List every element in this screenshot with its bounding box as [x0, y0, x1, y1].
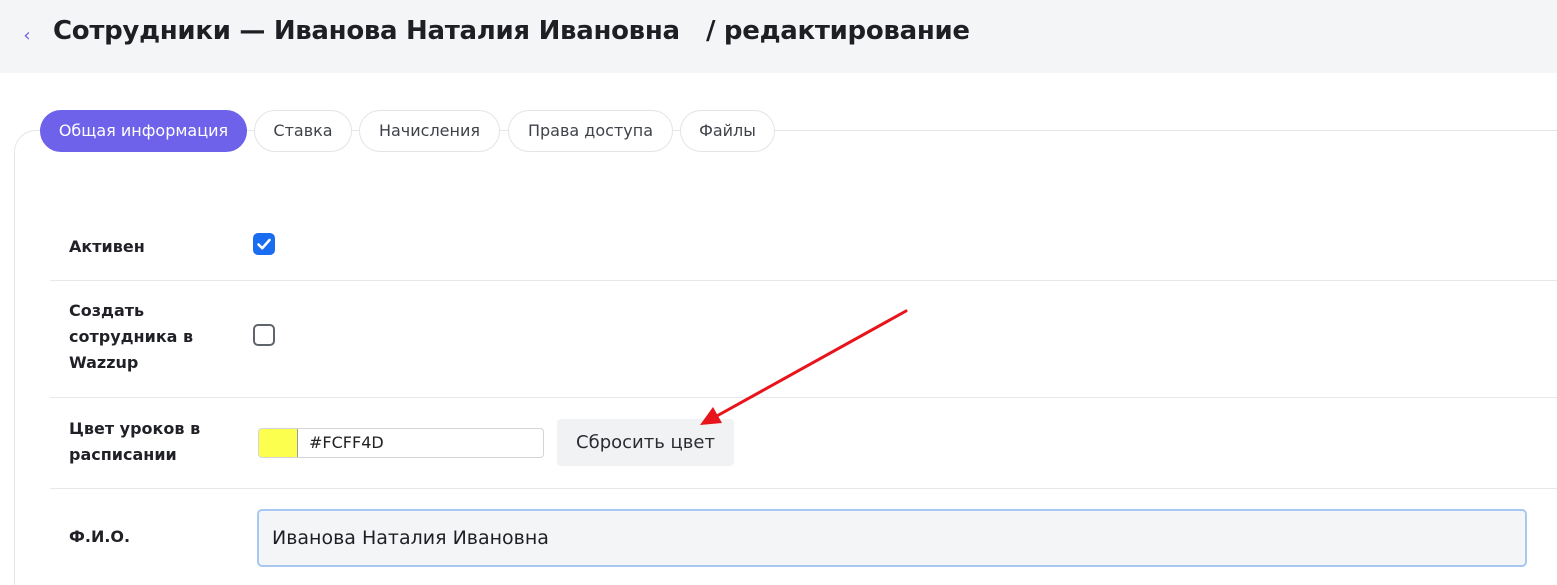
- tab-rate[interactable]: Ставка: [254, 110, 352, 152]
- color-field[interactable]: #FCFF4D: [258, 428, 544, 458]
- row-wazzup: Создать сотрудника в Wazzup: [50, 281, 1557, 398]
- color-swatch[interactable]: [259, 429, 298, 457]
- reset-color-button[interactable]: Сбросить цвет: [557, 419, 734, 466]
- wazzup-checkbox[interactable]: [253, 324, 275, 346]
- full-name-label: Ф.И.О.: [69, 527, 131, 546]
- tab-general-info[interactable]: Общая информация: [40, 110, 247, 152]
- full-name-input[interactable]: Иванова Наталия Ивановна: [257, 509, 1527, 567]
- active-label: Активен: [69, 237, 145, 256]
- wazzup-label: Создать сотрудника в Wazzup: [69, 301, 194, 372]
- tab-access-rights[interactable]: Права доступа: [508, 110, 673, 152]
- tab-accruals[interactable]: Начисления: [359, 110, 500, 152]
- active-checkbox[interactable]: [253, 233, 275, 255]
- back-chevron-icon[interactable]: ‹: [17, 23, 37, 49]
- row-active: Активен: [50, 214, 1557, 281]
- page-title: Сотрудники — Иванова Наталия Ивановна / …: [53, 16, 970, 46]
- lesson-color-label: Цвет уроков в расписании: [69, 419, 201, 464]
- color-hex-input[interactable]: #FCFF4D: [309, 429, 384, 457]
- page-header: ‹ Сотрудники — Иванова Наталия Ивановна …: [0, 0, 1557, 73]
- checkmark-icon: [257, 238, 271, 250]
- tab-files[interactable]: Файлы: [680, 110, 775, 152]
